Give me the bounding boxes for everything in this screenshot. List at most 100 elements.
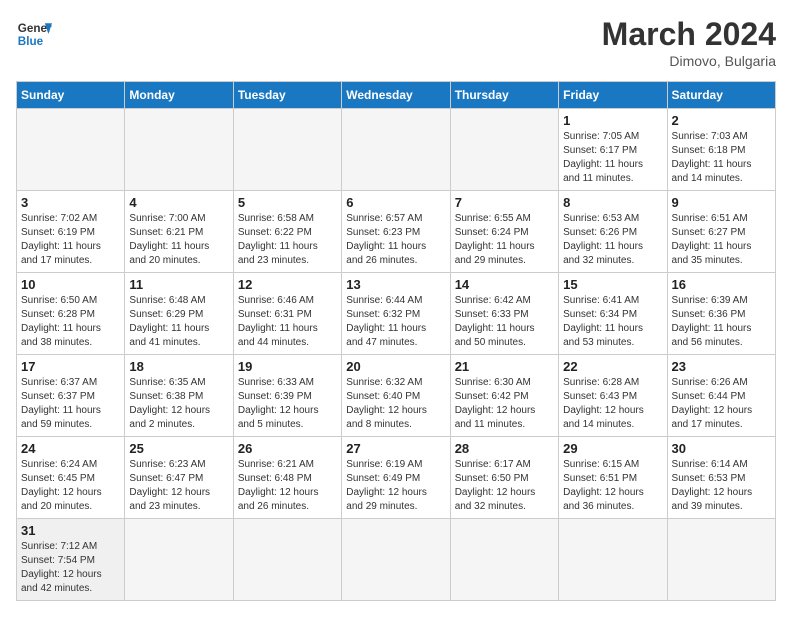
day-info: Sunrise: 6:58 AM Sunset: 6:22 PM Dayligh… (238, 212, 337, 268)
calendar-day-cell (233, 109, 341, 191)
calendar-day-cell: 27 Sunrise: 6:19 AM Sunset: 6:49 PM Dayli… (342, 437, 450, 519)
day-info: Sunrise: 6:17 AM Sunset: 6:50 PM Dayligh… (455, 458, 554, 514)
day-info: Sunrise: 7:03 AM Sunset: 6:18 PM Dayligh… (672, 130, 771, 186)
weekday-header-row: SundayMondayTuesdayWednesdayThursdayFrid… (17, 82, 776, 109)
calendar-day-cell: 10 Sunrise: 6:50 AM Sunset: 6:28 PM Dayli… (17, 273, 125, 355)
calendar-day-cell: 13 Sunrise: 6:44 AM Sunset: 6:32 PM Dayli… (342, 273, 450, 355)
calendar-day-cell: 11 Sunrise: 6:48 AM Sunset: 6:29 PM Dayli… (125, 273, 233, 355)
logo: General Blue (16, 16, 52, 52)
title-block: March 2024 Dimovo, Bulgaria (602, 16, 776, 69)
day-number: 5 (238, 195, 337, 210)
calendar-day-cell: 8 Sunrise: 6:53 AM Sunset: 6:26 PM Daylig… (559, 191, 667, 273)
calendar-day-cell: 18 Sunrise: 6:35 AM Sunset: 6:38 PM Dayli… (125, 355, 233, 437)
calendar-day-cell: 14 Sunrise: 6:42 AM Sunset: 6:33 PM Dayli… (450, 273, 558, 355)
day-number: 20 (346, 359, 445, 374)
day-number: 31 (21, 523, 120, 538)
day-info: Sunrise: 6:44 AM Sunset: 6:32 PM Dayligh… (346, 294, 445, 350)
calendar-day-cell (233, 519, 341, 601)
calendar-day-cell: 17Sunrise: 6:37 AM Sunset: 6:37 PM Dayli… (17, 355, 125, 437)
calendar-week-row: 10 Sunrise: 6:50 AM Sunset: 6:28 PM Dayli… (17, 273, 776, 355)
day-number: 21 (455, 359, 554, 374)
day-number: 10 (21, 277, 120, 292)
weekday-header-thursday: Thursday (450, 82, 558, 109)
day-info: Sunrise: 6:41 AM Sunset: 6:34 PM Dayligh… (563, 294, 662, 350)
day-info: Sunrise: 6:42 AM Sunset: 6:33 PM Dayligh… (455, 294, 554, 350)
calendar-day-cell (450, 519, 558, 601)
day-number: 9 (672, 195, 771, 210)
day-info: Sunrise: 6:57 AM Sunset: 6:23 PM Dayligh… (346, 212, 445, 268)
day-info: Sunrise: 6:50 AM Sunset: 6:28 PM Dayligh… (21, 294, 120, 350)
day-info: Sunrise: 6:35 AM Sunset: 6:38 PM Dayligh… (129, 376, 228, 432)
calendar-day-cell: 30Sunrise: 6:14 AM Sunset: 6:53 PM Dayli… (667, 437, 775, 519)
day-number: 6 (346, 195, 445, 210)
day-number: 12 (238, 277, 337, 292)
day-info: Sunrise: 6:23 AM Sunset: 6:47 PM Dayligh… (129, 458, 228, 514)
calendar-day-cell (125, 519, 233, 601)
day-number: 25 (129, 441, 228, 456)
calendar-day-cell (450, 109, 558, 191)
calendar-day-cell: 21 Sunrise: 6:30 AM Sunset: 6:42 PM Dayli… (450, 355, 558, 437)
day-number: 26 (238, 441, 337, 456)
day-number: 1 (563, 113, 662, 128)
calendar-day-cell: 29 Sunrise: 6:15 AM Sunset: 6:51 PM Dayli… (559, 437, 667, 519)
day-number: 29 (563, 441, 662, 456)
calendar-day-cell: 24 Sunrise: 6:24 AM Sunset: 6:45 PM Dayli… (17, 437, 125, 519)
location-subtitle: Dimovo, Bulgaria (602, 53, 776, 69)
calendar-day-cell (342, 109, 450, 191)
day-info: Sunrise: 6:53 AM Sunset: 6:26 PM Dayligh… (563, 212, 662, 268)
day-info: Sunrise: 6:19 AM Sunset: 6:49 PM Dayligh… (346, 458, 445, 514)
day-number: 14 (455, 277, 554, 292)
day-info: Sunrise: 6:33 AM Sunset: 6:39 PM Dayligh… (238, 376, 337, 432)
day-info: Sunrise: 6:39 AM Sunset: 6:36 PM Dayligh… (672, 294, 771, 350)
calendar-week-row: 17Sunrise: 6:37 AM Sunset: 6:37 PM Dayli… (17, 355, 776, 437)
calendar-day-cell: 19 Sunrise: 6:33 AM Sunset: 6:39 PM Dayli… (233, 355, 341, 437)
calendar-day-cell: 3Sunrise: 7:02 AM Sunset: 6:19 PM Daylig… (17, 191, 125, 273)
calendar-week-row: 24 Sunrise: 6:24 AM Sunset: 6:45 PM Dayli… (17, 437, 776, 519)
day-info: Sunrise: 6:48 AM Sunset: 6:29 PM Dayligh… (129, 294, 228, 350)
calendar-day-cell: 9Sunrise: 6:51 AM Sunset: 6:27 PM Daylig… (667, 191, 775, 273)
calendar-table: SundayMondayTuesdayWednesdayThursdayFrid… (16, 81, 776, 601)
day-number: 3 (21, 195, 120, 210)
calendar-day-cell (17, 109, 125, 191)
calendar-week-row: 1 Sunrise: 7:05 AM Sunset: 6:17 PM Daylig… (17, 109, 776, 191)
day-number: 2 (672, 113, 771, 128)
calendar-day-cell (559, 519, 667, 601)
logo-icon: General Blue (16, 16, 52, 52)
calendar-day-cell: 4Sunrise: 7:00 AM Sunset: 6:21 PM Daylig… (125, 191, 233, 273)
day-number: 24 (21, 441, 120, 456)
day-number: 8 (563, 195, 662, 210)
calendar-day-cell: 22Sunrise: 6:28 AM Sunset: 6:43 PM Dayli… (559, 355, 667, 437)
day-number: 16 (672, 277, 771, 292)
day-number: 18 (129, 359, 228, 374)
day-info: Sunrise: 6:24 AM Sunset: 6:45 PM Dayligh… (21, 458, 120, 514)
day-number: 27 (346, 441, 445, 456)
day-info: Sunrise: 6:55 AM Sunset: 6:24 PM Dayligh… (455, 212, 554, 268)
day-number: 15 (563, 277, 662, 292)
calendar-day-cell: 7Sunrise: 6:55 AM Sunset: 6:24 PM Daylig… (450, 191, 558, 273)
weekday-header-saturday: Saturday (667, 82, 775, 109)
day-number: 13 (346, 277, 445, 292)
calendar-day-cell: 23 Sunrise: 6:26 AM Sunset: 6:44 PM Dayli… (667, 355, 775, 437)
calendar-day-cell: 12 Sunrise: 6:46 AM Sunset: 6:31 PM Dayli… (233, 273, 341, 355)
day-info: Sunrise: 7:05 AM Sunset: 6:17 PM Dayligh… (563, 130, 662, 186)
weekday-header-monday: Monday (125, 82, 233, 109)
calendar-day-cell: 6 Sunrise: 6:57 AM Sunset: 6:23 PM Daylig… (342, 191, 450, 273)
day-info: Sunrise: 6:30 AM Sunset: 6:42 PM Dayligh… (455, 376, 554, 432)
day-info: Sunrise: 6:46 AM Sunset: 6:31 PM Dayligh… (238, 294, 337, 350)
calendar-day-cell: 26Sunrise: 6:21 AM Sunset: 6:48 PM Dayli… (233, 437, 341, 519)
calendar-day-cell: 20 Sunrise: 6:32 AM Sunset: 6:40 PM Dayli… (342, 355, 450, 437)
calendar-day-cell (342, 519, 450, 601)
calendar-day-cell: 5 Sunrise: 6:58 AM Sunset: 6:22 PM Daylig… (233, 191, 341, 273)
calendar-day-cell: 1 Sunrise: 7:05 AM Sunset: 6:17 PM Daylig… (559, 109, 667, 191)
calendar-day-cell (125, 109, 233, 191)
calendar-day-cell: 16 Sunrise: 6:39 AM Sunset: 6:36 PM Dayli… (667, 273, 775, 355)
weekday-header-wednesday: Wednesday (342, 82, 450, 109)
day-number: 19 (238, 359, 337, 374)
calendar-day-cell: 2 Sunrise: 7:03 AM Sunset: 6:18 PM Daylig… (667, 109, 775, 191)
day-info: Sunrise: 6:15 AM Sunset: 6:51 PM Dayligh… (563, 458, 662, 514)
day-info: Sunrise: 6:26 AM Sunset: 6:44 PM Dayligh… (672, 376, 771, 432)
day-info: Sunrise: 6:32 AM Sunset: 6:40 PM Dayligh… (346, 376, 445, 432)
calendar-day-cell (667, 519, 775, 601)
day-number: 23 (672, 359, 771, 374)
day-number: 11 (129, 277, 228, 292)
